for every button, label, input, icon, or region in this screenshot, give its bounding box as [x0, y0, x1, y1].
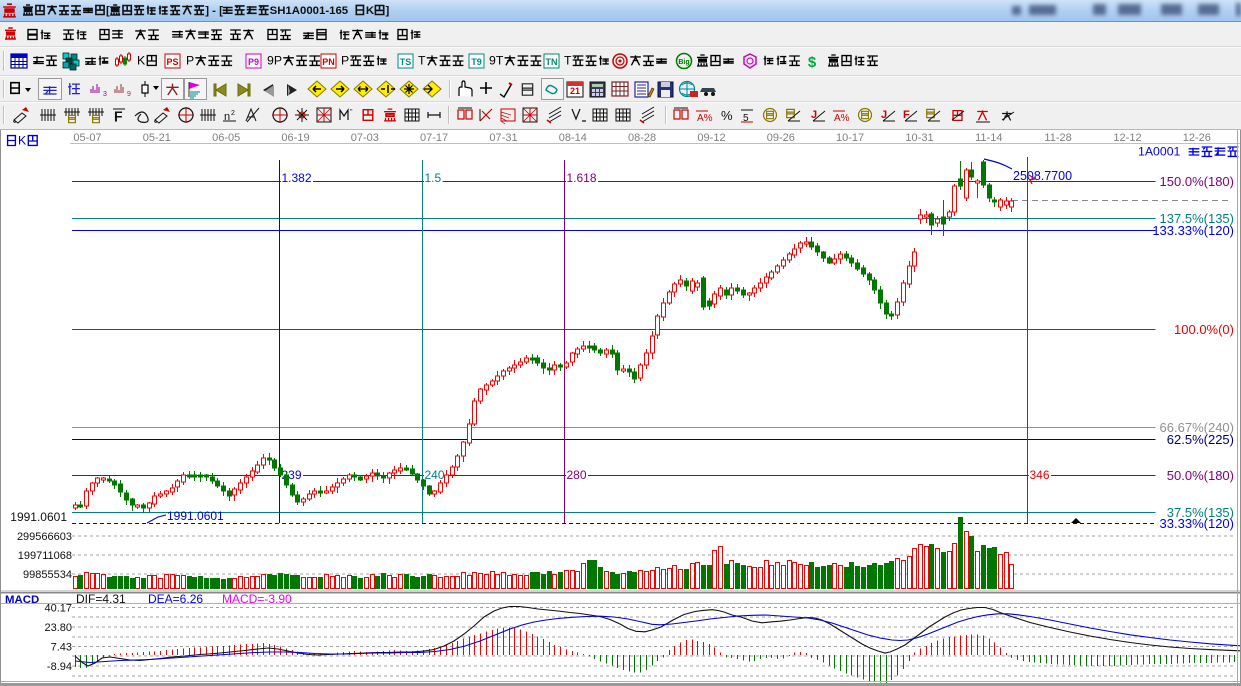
- svg-text:10-17: 10-17: [836, 132, 864, 144]
- svg-text:09-12: 09-12: [697, 132, 725, 144]
- svg-text:T9: T9: [471, 57, 482, 67]
- svg-text:08-14: 08-14: [559, 132, 587, 144]
- svg-text:A%: A%: [834, 113, 850, 124]
- svg-text:1991.0601: 1991.0601: [167, 509, 224, 523]
- svg-text:150.0%(180): 150.0%(180): [1160, 174, 1234, 189]
- svg-text:23.80: 23.80: [44, 622, 72, 634]
- svg-text:PN: PN: [322, 57, 335, 67]
- svg-text:K: K: [366, 5, 375, 17]
- svg-text:100.0%(0): 100.0%(0): [1174, 322, 1234, 337]
- svg-text:2: 2: [231, 110, 235, 117]
- svg-text:280: 280: [567, 468, 587, 482]
- svg-text:T: T: [418, 54, 426, 68]
- svg-text:62.5%(225): 62.5%(225): [1167, 432, 1234, 447]
- svg-text:P: P: [341, 54, 349, 68]
- svg-text:12-26: 12-26: [1183, 132, 1211, 144]
- svg-text:21: 21: [570, 86, 580, 96]
- svg-text:T: T: [564, 54, 572, 68]
- svg-text:05-07: 05-07: [73, 132, 101, 144]
- svg-text:%: %: [721, 108, 733, 123]
- svg-text:11-14: 11-14: [975, 132, 1002, 144]
- svg-text:07-03: 07-03: [351, 132, 379, 144]
- svg-text:P9: P9: [248, 57, 259, 67]
- svg-text:SH1A0001-165: SH1A0001-165: [270, 5, 349, 17]
- svg-text:50.0%(180): 50.0%(180): [1167, 468, 1234, 483]
- svg-text:06-19: 06-19: [281, 132, 309, 144]
- svg-text:346: 346: [1030, 468, 1050, 482]
- svg-text:P: P: [186, 54, 194, 68]
- svg-text:-8.94: -8.94: [47, 661, 72, 673]
- svg-text:TN: TN: [546, 57, 558, 67]
- svg-text:199711068: 199711068: [18, 550, 72, 562]
- svg-text:MACD=-3.90: MACD=-3.90: [222, 592, 292, 606]
- svg-text:07-17: 07-17: [420, 132, 448, 144]
- svg-text:299566603: 299566603: [17, 531, 72, 543]
- svg-text:2508.7700: 2508.7700: [1013, 169, 1072, 183]
- svg-text:11-28: 11-28: [1044, 132, 1071, 144]
- svg-text:F: F: [114, 108, 123, 124]
- svg-text:05-21: 05-21: [143, 132, 171, 144]
- svg-text:9: 9: [127, 91, 131, 98]
- svg-text:08-28: 08-28: [628, 132, 656, 144]
- svg-text:Big: Big: [678, 59, 689, 66]
- svg-text:J: J: [881, 109, 887, 121]
- svg-text:J: J: [811, 109, 817, 121]
- svg-text:40.17: 40.17: [44, 603, 72, 615]
- svg-text:1A0001: 1A0001: [1138, 145, 1181, 159]
- svg-text:]: ]: [386, 5, 390, 17]
- svg-text:K: K: [137, 54, 146, 68]
- svg-text:PS: PS: [166, 57, 178, 67]
- svg-text:1.618: 1.618: [567, 171, 597, 185]
- svg-text:9T: 9T: [489, 54, 504, 68]
- svg-text:3: 3: [103, 91, 107, 98]
- svg-text:1.5: 1.5: [425, 171, 442, 185]
- svg-text:12-12: 12-12: [1113, 132, 1141, 144]
- svg-text:240: 240: [425, 468, 445, 482]
- svg-text:133.33%(120): 133.33%(120): [1152, 223, 1234, 238]
- svg-text:06-05: 06-05: [212, 132, 240, 144]
- svg-text:DEA=6.26: DEA=6.26: [148, 592, 203, 606]
- svg-text:9P: 9P: [267, 54, 282, 68]
- svg-text:$: $: [808, 54, 817, 71]
- svg-text:TS: TS: [400, 57, 412, 67]
- svg-text:A%: A%: [697, 113, 713, 124]
- svg-text:33.33%(120): 33.33%(120): [1160, 516, 1234, 531]
- svg-text:07-31: 07-31: [489, 132, 517, 144]
- svg-text:09-26: 09-26: [767, 132, 795, 144]
- svg-text:1.382: 1.382: [282, 171, 312, 185]
- svg-text:1991.0601: 1991.0601: [10, 510, 67, 524]
- svg-text:[: [: [106, 5, 110, 17]
- svg-text:MACD: MACD: [5, 594, 39, 606]
- svg-text:] - [: ] - [: [205, 5, 223, 17]
- svg-text:7.43: 7.43: [51, 642, 72, 654]
- svg-text:10-31: 10-31: [905, 132, 933, 144]
- svg-text:K: K: [18, 134, 27, 148]
- svg-text:99855534: 99855534: [23, 569, 72, 581]
- svg-text:DIF=4.31: DIF=4.31: [76, 592, 126, 606]
